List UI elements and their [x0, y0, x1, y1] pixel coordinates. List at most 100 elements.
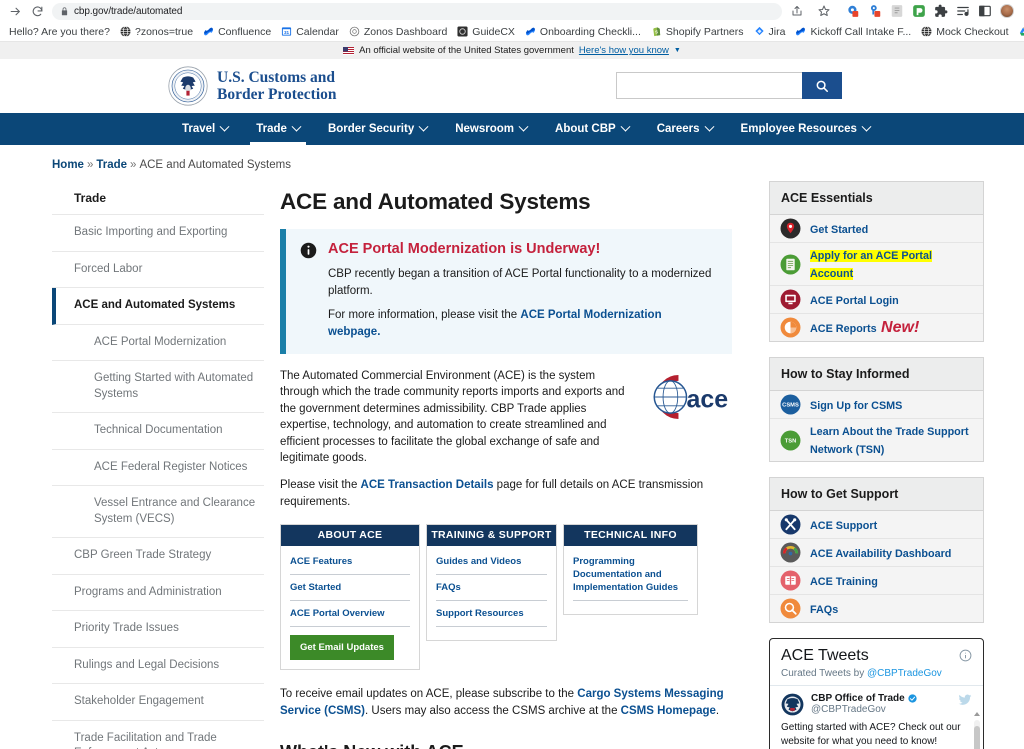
nav-item-newsroom[interactable]: Newsroom — [441, 113, 541, 145]
panel-row-label[interactable]: Sign Up for CSMS — [810, 400, 902, 412]
extension-green-icon[interactable] — [912, 4, 926, 18]
nav-item-border-security[interactable]: Border Security — [314, 113, 441, 145]
bookmark-item[interactable]: SShopify Partners — [646, 26, 749, 38]
sidebar-item-programs-and-administration[interactable]: Programs and Administration — [52, 575, 264, 612]
site-logo[interactable]: U.S. Customs and Border Protection — [168, 66, 337, 106]
box-link[interactable]: ACE Portal Overview — [290, 605, 410, 627]
search-button[interactable] — [802, 72, 842, 99]
sidebar-item-ace-portal-modernization[interactable]: ACE Portal Modernization — [52, 325, 264, 362]
bookmark-item[interactable]: Mock Checkout — [916, 26, 1013, 38]
box-link[interactable]: Get Started — [290, 579, 410, 601]
nav-item-employee-resources[interactable]: Employee Resources — [727, 113, 884, 145]
panel-row-label[interactable]: Apply for an ACE Portal Account — [810, 250, 932, 280]
sidebar-item-basic-importing-and-exporting[interactable]: Basic Importing and Exporting — [52, 215, 264, 252]
chevron-down-icon[interactable]: ▼ — [674, 47, 681, 54]
shopify-icon: S — [651, 26, 662, 37]
info-outline-icon[interactable] — [959, 649, 972, 662]
svg-text:31: 31 — [284, 30, 290, 35]
bookmark-item[interactable]: Zonos Dashboard — [344, 26, 452, 38]
panel-row-label[interactable]: ACE Availability Dashboard — [810, 548, 951, 560]
sidebar-item-priority-trade-issues[interactable]: Priority Trade Issues — [52, 611, 264, 648]
panel-row-label[interactable]: Learn About the Trade Support Network (T… — [810, 426, 969, 456]
panel-heading: How to Stay Informed — [770, 358, 983, 391]
nav-item-careers[interactable]: Careers — [643, 113, 727, 145]
bookmark-item[interactable]: Confluence — [198, 26, 276, 38]
panel-row-label[interactable]: ACE Training — [810, 576, 878, 588]
panel-row[interactable]: CSMS Sign Up for CSMS — [770, 391, 983, 419]
nav-item-about-cbp[interactable]: About CBP — [541, 113, 643, 145]
tweets-handle-link[interactable]: @CBPTradeGov — [867, 668, 942, 679]
extension-gray-icon[interactable] — [890, 4, 904, 18]
svg-text:CSMS: CSMS — [782, 403, 799, 409]
bookmark-item[interactable]: Jira — [749, 26, 791, 38]
panel-row[interactable]: FAQs — [770, 595, 983, 622]
bookmark-item[interactable]: Onboarding Checkli... — [520, 26, 646, 38]
bookmark-item[interactable]: GuideCX — [452, 26, 520, 38]
bookmark-item[interactable]: Kickoff Call Intake F... — [790, 26, 916, 38]
tweet-scrollbar[interactable] — [974, 720, 980, 749]
sidebar-item-technical-documentation[interactable]: Technical Documentation — [52, 413, 264, 450]
gauge-circle-icon — [780, 542, 801, 563]
extensions-puzzle-icon[interactable] — [934, 4, 948, 18]
forward-arrow-icon[interactable] — [6, 2, 24, 20]
panel-row[interactable]: ACE Availability Dashboard — [770, 539, 983, 567]
panel-row[interactable]: ACE Support — [770, 511, 983, 539]
sidebar-item-forced-labor[interactable]: Forced Labor — [52, 252, 264, 289]
share-icon[interactable] — [788, 2, 806, 20]
extension-icons — [842, 4, 1014, 18]
panel-row-label[interactable]: Get Started — [810, 224, 868, 236]
box-link[interactable]: ACE Features — [290, 553, 410, 575]
get-email-updates-button[interactable]: Get Email Updates — [290, 635, 394, 660]
panel-row-label[interactable]: ACE Portal Login — [810, 295, 899, 307]
panel-row-label[interactable]: ACE Support — [810, 520, 877, 532]
monitor-circle-icon — [780, 289, 801, 310]
sidebar-item-getting-started-with-automated-systems[interactable]: Getting Started with Automated Systems — [52, 361, 264, 413]
bookmark-item[interactable]: Hello? Are you there? — [4, 26, 115, 38]
profile-avatar-icon[interactable] — [1000, 4, 1014, 18]
csms-homepage-link[interactable]: CSMS Homepage — [621, 705, 716, 717]
alert-paragraph-2: For more information, please visit the A… — [328, 307, 716, 340]
gov-banner-link[interactable]: Here's how you know — [579, 45, 669, 56]
bookmark-label: Zonos Dashboard — [364, 26, 447, 38]
breadcrumb-home[interactable]: Home — [52, 159, 84, 171]
reading-list-icon[interactable] — [956, 4, 970, 18]
star-icon[interactable] — [815, 2, 833, 20]
sidebar-item-trade-facilitation-and-trade-enforcement-act[interactable]: Trade Facilitation and Trade Enforcement… — [52, 721, 264, 749]
ace-transaction-details-link[interactable]: ACE Transaction Details — [361, 479, 494, 491]
bookmark-item[interactable]: Google Drive — [1014, 26, 1024, 38]
extension-gear-blue-icon[interactable] — [846, 4, 860, 18]
panel-row[interactable]: ACE Reports New! — [770, 314, 983, 341]
address-bar[interactable]: cbp.gov/trade/automated — [52, 3, 782, 20]
box-link[interactable]: Guides and Videos — [436, 553, 547, 575]
sidebar-item-ace-and-automated-systems[interactable]: ACE and Automated Systems — [52, 288, 264, 325]
sidebar-item-vessel-entrance-and-clearance-system-vecs[interactable]: Vessel Entrance and Clearance System (VE… — [52, 486, 264, 538]
sidebar-item-rulings-and-legal-decisions[interactable]: Rulings and Legal Decisions — [52, 648, 264, 685]
breadcrumb-trade[interactable]: Trade — [96, 159, 127, 171]
transaction-paragraph: Please visit the ACE Transaction Details… — [280, 477, 732, 510]
panel-row[interactable]: ACE Portal Login — [770, 286, 983, 314]
reload-icon[interactable] — [28, 2, 46, 20]
nav-item-label: About CBP — [555, 123, 616, 135]
twitter-bird-icon — [958, 693, 972, 707]
panel-row-label[interactable]: FAQs — [810, 604, 838, 616]
side-panel-icon[interactable] — [978, 4, 992, 18]
extension-key-blue-icon[interactable] — [868, 4, 882, 18]
nav-item-travel[interactable]: Travel — [168, 113, 242, 145]
search-input[interactable] — [616, 72, 802, 99]
panel-row[interactable]: Apply for an ACE Portal Account — [770, 243, 983, 286]
panel-row[interactable]: ACE Training — [770, 567, 983, 595]
panel-row[interactable]: Get Started — [770, 215, 983, 243]
bookmark-item[interactable]: ?zonos=true — [115, 26, 198, 38]
box-link[interactable]: Support Resources — [436, 605, 547, 627]
bookmark-item[interactable]: 31Calendar — [276, 26, 344, 38]
box-link[interactable]: Programming Documentation and Implementa… — [573, 553, 688, 600]
sidebar-item-cbp-green-trade-strategy[interactable]: CBP Green Trade Strategy — [52, 538, 264, 575]
cbp-seal-icon — [168, 66, 208, 106]
sidebar-item-stakeholder-engagement[interactable]: Stakeholder Engagement — [52, 684, 264, 721]
panel-row-label[interactable]: ACE Reports — [810, 323, 877, 335]
panel-row[interactable]: TSN Learn About the Trade Support Networ… — [770, 419, 983, 461]
tweet-scroll-up-arrow[interactable] — [974, 712, 980, 716]
box-link[interactable]: FAQs — [436, 579, 547, 601]
nav-item-trade[interactable]: Trade — [242, 113, 314, 145]
sidebar-item-ace-federal-register-notices[interactable]: ACE Federal Register Notices — [52, 450, 264, 487]
